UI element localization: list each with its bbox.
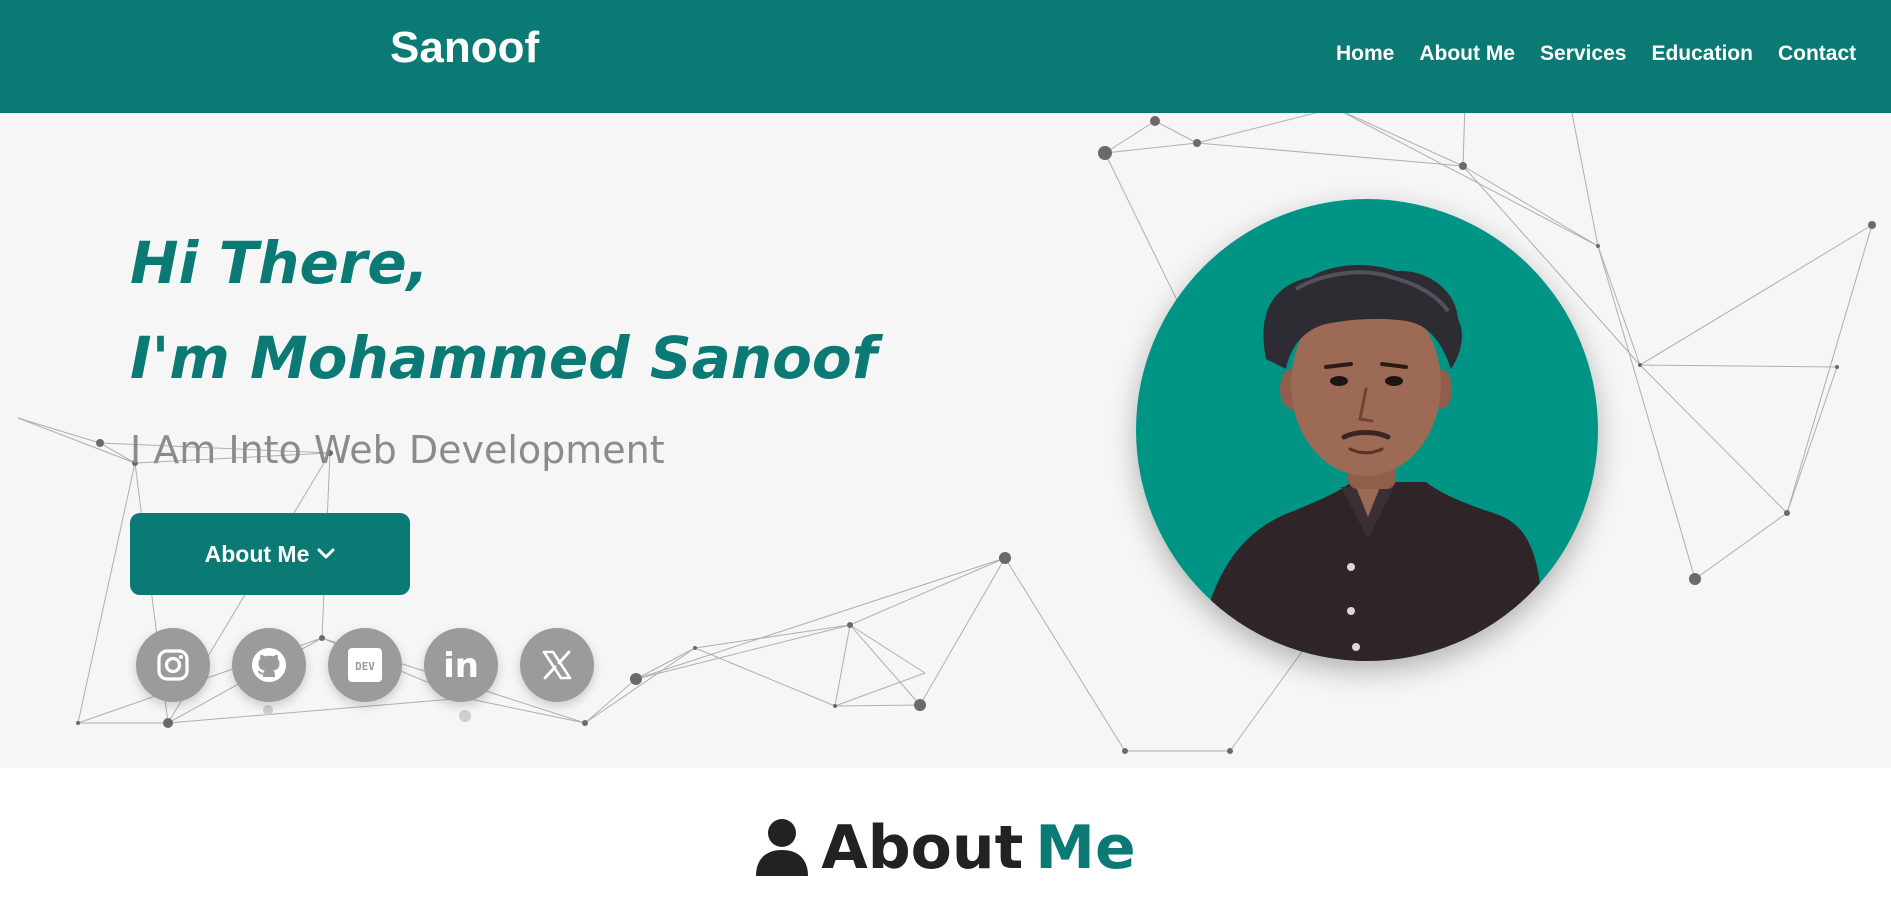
linkedin-badge-text: in	[443, 647, 479, 683]
greeting-line-1: Hi There,	[130, 229, 429, 297]
nav-services[interactable]: Services	[1540, 40, 1626, 68]
about-me-button-label: About Me	[204, 540, 310, 567]
greeting-line-2: I'm Mohammed Sanoof	[130, 324, 878, 392]
nav-contact[interactable]: Contact	[1778, 40, 1856, 68]
main-nav: Home About Me Services Education Contact	[1336, 40, 1856, 68]
site-header: Sanoof Home About Me Services Education …	[0, 0, 1891, 113]
hero-section: Hi There, I'm Mohammed Sanoof I Am Into …	[0, 113, 1891, 768]
nav-about-me[interactable]: About Me	[1419, 40, 1515, 68]
github-icon	[252, 648, 286, 682]
social-links: DEV in	[136, 628, 594, 702]
about-section: About Me	[0, 768, 1891, 915]
instagram-link[interactable]	[136, 628, 210, 702]
tagline: I Am Into Web Development	[130, 428, 665, 472]
x-link[interactable]	[520, 628, 594, 702]
brand-logo[interactable]: Sanoof	[390, 20, 539, 76]
about-me-button[interactable]: About Me	[130, 513, 410, 595]
dev-link[interactable]: DEV	[328, 628, 402, 702]
linkedin-link[interactable]: in	[424, 628, 498, 702]
profile-photo	[1136, 199, 1598, 661]
profile-avatar-illustration	[1136, 199, 1598, 661]
x-icon	[542, 650, 572, 680]
user-icon	[756, 819, 809, 876]
chevron-down-icon	[317, 548, 335, 559]
about-heading-accent: Me	[1035, 813, 1136, 883]
nav-home[interactable]: Home	[1336, 40, 1394, 68]
about-heading: About Me	[0, 810, 1891, 886]
dev-badge-text: DEV	[355, 660, 375, 673]
about-heading-main: About	[821, 813, 1024, 883]
dev-icon: DEV	[348, 648, 382, 682]
linkedin-icon: in	[443, 647, 479, 683]
github-link[interactable]	[232, 628, 306, 702]
nav-education[interactable]: Education	[1651, 40, 1753, 68]
instagram-icon	[157, 649, 189, 681]
